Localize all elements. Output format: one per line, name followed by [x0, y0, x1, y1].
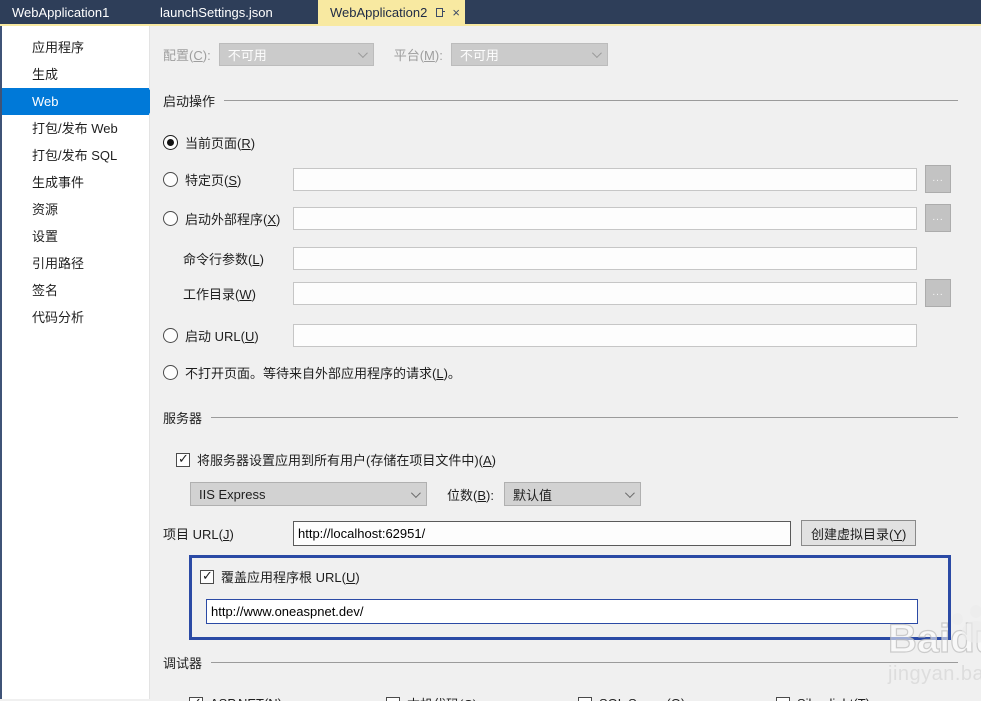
external-program-browse-button[interactable]: ... — [925, 204, 951, 232]
debugger-section-title: 调试器 — [163, 656, 203, 671]
bitness-dropdown[interactable]: 默认值 — [503, 482, 641, 506]
annotation-highlight-box: 覆盖应用程序根 URL(U) — [189, 555, 951, 640]
sidebar-item-signing[interactable]: 签名 — [2, 277, 149, 304]
override-root-url-checkbox[interactable] — [200, 568, 214, 584]
dont-open-page-label: 不打开页面。等待来自外部应用程序的请求(L)。 — [185, 366, 461, 381]
web-settings-panel: 配置(C): 不可用 平台(M): 不可用 启动操作 当前页面(R) 特定页(S… — [150, 26, 981, 701]
launch-action-section-title: 启动操作 — [163, 94, 216, 109]
configuration-label: 配置(C): — [163, 48, 211, 63]
tab-webapplication2-active[interactable]: WebApplication2 × — [318, 0, 465, 24]
tab-label: launchSettings.json — [160, 4, 273, 20]
platform-dropdown: 不可用 — [450, 43, 608, 66]
server-type-value: IIS Express — [199, 486, 266, 502]
chevron-down-icon — [624, 487, 635, 498]
silverlight-label: Silverlight(T) — [797, 696, 870, 701]
server-section-title: 服务器 — [163, 411, 203, 426]
configuration-dropdown: 不可用 — [218, 43, 374, 66]
start-url-label: 启动 URL(U) — [185, 329, 259, 344]
sidebar-item-web[interactable]: Web — [2, 88, 159, 115]
section-divider — [211, 417, 958, 418]
sidebar-item-build[interactable]: 生成 — [2, 61, 149, 88]
sidebar-item-package-publish-sql[interactable]: 打包/发布 SQL — [2, 142, 149, 169]
command-args-input[interactable] — [293, 247, 917, 270]
platform-value: 不可用 — [459, 48, 499, 63]
current-page-label: 当前页面(R) — [185, 136, 256, 151]
platform-label: 平台(M): — [393, 48, 443, 63]
external-program-label: 启动外部程序(X) — [185, 211, 281, 227]
command-args-label: 命令行参数(L) — [183, 252, 264, 267]
sidebar-item-package-publish-web[interactable]: 打包/发布 Web — [2, 115, 149, 142]
specific-page-radio[interactable] — [163, 171, 178, 187]
chevron-down-icon — [410, 487, 421, 498]
aspnet-checkbox[interactable] — [189, 695, 203, 701]
apply-all-users-label: 将服务器设置应用到所有用户(存储在项目文件中)(A) — [197, 453, 497, 468]
document-tab-bar: WebApplication1 launchSettings.json WebA… — [0, 0, 981, 26]
project-url-input[interactable] — [293, 520, 791, 546]
aspnet-label: ASP.NET(N) — [210, 696, 282, 701]
bitness-value: 默认值 — [512, 487, 552, 503]
external-program-radio[interactable] — [163, 210, 178, 226]
chevron-down-icon — [591, 48, 602, 59]
specific-page-browse-button[interactable]: ... — [925, 165, 951, 193]
start-url-input[interactable] — [293, 324, 917, 347]
tab-label: WebApplication2 — [330, 4, 428, 20]
start-url-radio[interactable] — [163, 328, 178, 343]
configuration-value: 不可用 — [227, 48, 267, 63]
project-url-label: 项目 URL(J) — [163, 526, 234, 542]
working-dir-browse-button[interactable]: ... — [925, 279, 951, 307]
tab-webapplication1[interactable]: WebApplication1 — [0, 0, 148, 24]
sql-server-checkbox[interactable] — [578, 696, 592, 701]
close-icon[interactable]: × — [452, 6, 460, 19]
sidebar-item-settings[interactable]: 设置 — [2, 223, 149, 250]
sidebar-item-code-analysis[interactable]: 代码分析 — [2, 304, 149, 331]
chevron-down-icon — [357, 48, 368, 59]
sidebar-item-resources[interactable]: 资源 — [2, 196, 149, 223]
silverlight-checkbox[interactable] — [776, 696, 790, 701]
override-root-url-input[interactable] — [206, 599, 918, 624]
pin-icon[interactable] — [435, 7, 446, 17]
sidebar-item-reference-paths[interactable]: 引用路径 — [2, 250, 149, 277]
working-dir-label: 工作目录(W) — [183, 286, 256, 302]
properties-nav-sidebar: 应用程序 生成 Web 打包/发布 Web 打包/发布 SQL 生成事件 资源 … — [2, 26, 159, 699]
create-virtual-directory-button[interactable]: 创建虚拟目录(Y) — [801, 520, 917, 546]
tab-launchsettings[interactable]: launchSettings.json — [148, 0, 312, 24]
apply-all-users-checkbox[interactable] — [176, 451, 190, 467]
specific-page-input[interactable] — [293, 167, 917, 191]
baidu-paw-icon — [950, 605, 981, 645]
section-divider — [211, 662, 958, 663]
dont-open-page-radio[interactable] — [163, 365, 178, 380]
section-divider — [224, 100, 958, 101]
override-root-url-label: 覆盖应用程序根 URL(U) — [221, 570, 360, 585]
specific-page-label: 特定页(S) — [185, 172, 242, 188]
bitness-label: 位数(B): — [447, 487, 494, 503]
external-program-input[interactable] — [293, 206, 917, 230]
native-code-label: 本机代码(C) — [407, 694, 477, 701]
sql-server-label: SQL Server(Q) — [599, 696, 685, 701]
current-page-radio[interactable] — [163, 135, 178, 150]
native-code-checkbox[interactable] — [386, 696, 400, 701]
server-type-dropdown[interactable]: IIS Express — [190, 482, 427, 506]
working-dir-input[interactable] — [293, 281, 917, 305]
tab-label: WebApplication1 — [12, 4, 110, 20]
sidebar-item-application[interactable]: 应用程序 — [2, 34, 149, 61]
sidebar-item-build-events[interactable]: 生成事件 — [2, 169, 149, 196]
